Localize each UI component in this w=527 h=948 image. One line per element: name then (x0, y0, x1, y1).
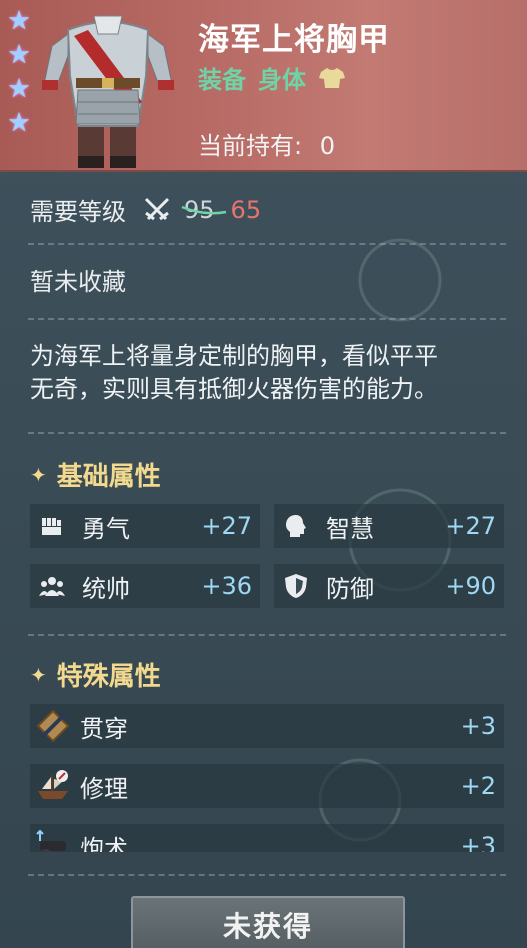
armor-portrait (42, 15, 174, 168)
divider (28, 634, 506, 636)
head-icon (286, 515, 306, 537)
special-stat-gunnery: 炮术 +3 (30, 824, 504, 852)
star-icon: ★ (7, 74, 31, 104)
star-icon: ★ (7, 6, 31, 36)
level-requirement: 需要等级 95 65 (30, 192, 261, 227)
stat-courage: 勇气 +27 (30, 504, 260, 548)
divider (28, 874, 506, 876)
item-slot: 身体 (258, 66, 306, 94)
item-detail-panel: ★ ★ ★ ★ 海军上将胸甲 装备 身体 当前持有: 0 需要等级 95 65 … (0, 0, 527, 948)
fist-icon (42, 518, 61, 535)
special-attributes-list[interactable]: 贯穿 +3 修理 +2 炮术 +3 (0, 700, 527, 852)
divider (28, 318, 506, 320)
item-description: 为海军上将量身定制的胸甲，看似平平 无奇，实则具有抵御火器伤害的能力。 (30, 340, 510, 406)
owned-count: 当前持有: 0 (198, 126, 335, 161)
rarity-stars: ★ ★ ★ ★ (6, 8, 36, 144)
sparkle-icon: ✦ (30, 462, 47, 487)
stat-wisdom: 智慧 +27 (274, 504, 504, 548)
stat-defense: 防御 +90 (274, 564, 504, 608)
group-icon (39, 577, 65, 596)
basic-attributes-title: ✦ 基础属性 (30, 462, 161, 492)
special-attributes-title: ✦ 特殊属性 (30, 662, 161, 692)
level-label: 需要等级 (30, 198, 126, 226)
collection-status: 暂未收藏 (30, 268, 126, 296)
body-slot-icon (319, 67, 345, 88)
owned-value: 0 (319, 132, 336, 160)
original-level: 95 (181, 196, 227, 224)
cannon-icon (36, 829, 66, 852)
special-stat-repair: 修理 +2 (30, 764, 504, 808)
shield-icon (285, 574, 307, 598)
item-title: 海军上将胸甲 (198, 22, 390, 58)
pierce-icon (36, 709, 70, 743)
owned-label: 当前持有: (198, 132, 303, 160)
reduced-level: 65 (230, 195, 262, 224)
star-icon: ★ (7, 108, 31, 138)
divider (28, 432, 506, 434)
item-category: 装备 (198, 66, 246, 94)
not-obtained-button[interactable]: 未获得 (131, 896, 405, 948)
description-line: 为海军上将量身定制的胸甲，看似平平 (30, 342, 438, 370)
description-line: 无奇，实则具有抵御火器伤害的能力。 (30, 375, 438, 403)
crossed-swords-icon (144, 197, 170, 220)
special-stat-pierce: 贯穿 +3 (30, 704, 504, 748)
sparkle-icon: ✦ (30, 662, 47, 687)
item-header: ★ ★ ★ ★ 海军上将胸甲 装备 身体 当前持有: 0 (0, 0, 527, 172)
ship-repair-icon (38, 770, 68, 799)
strikethrough-mark (181, 205, 227, 214)
divider (28, 243, 506, 245)
star-icon: ★ (7, 40, 31, 70)
item-tags: 装备 身体 (198, 60, 346, 95)
stat-command: 统帅 +36 (30, 564, 260, 608)
